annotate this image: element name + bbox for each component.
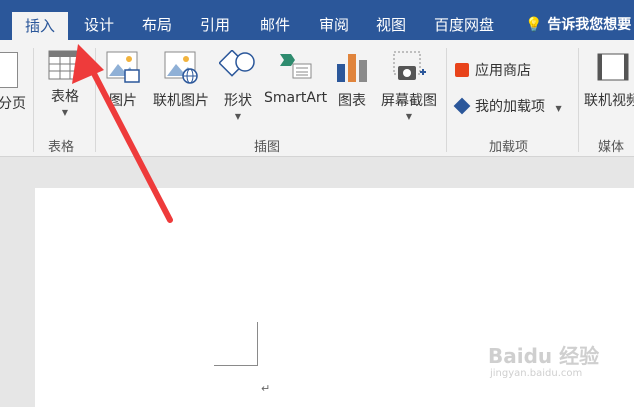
red-arrow-annotation <box>72 44 173 223</box>
